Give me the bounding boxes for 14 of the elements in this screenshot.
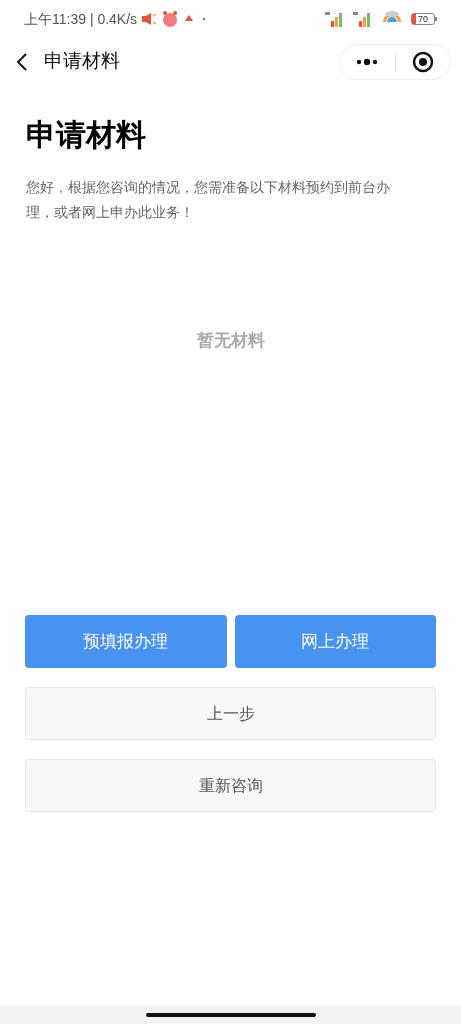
more-icon[interactable] xyxy=(355,57,380,66)
back-icon[interactable] xyxy=(16,51,28,72)
home-indicator[interactable] xyxy=(145,1012,316,1017)
speaker-icon xyxy=(141,12,158,26)
empty-text: 暂无材料 xyxy=(196,330,265,352)
nav-title: 申请材料 xyxy=(44,49,120,74)
signal-icon xyxy=(353,11,373,27)
status-time: 上午11:39 | 0.4K/s xyxy=(24,9,138,29)
page-description: 您好，根据您咨询的情况，您需准备以下材料预约到前台办理，或者网上申办此业务！ xyxy=(26,178,391,222)
page-title: 申请材料 xyxy=(26,117,147,153)
signal-icon xyxy=(325,11,345,27)
action-button[interactable]: 上一步 xyxy=(25,687,436,740)
battery-level: 70 xyxy=(418,14,428,24)
action-button[interactable]: 重新咨询 xyxy=(25,759,436,812)
